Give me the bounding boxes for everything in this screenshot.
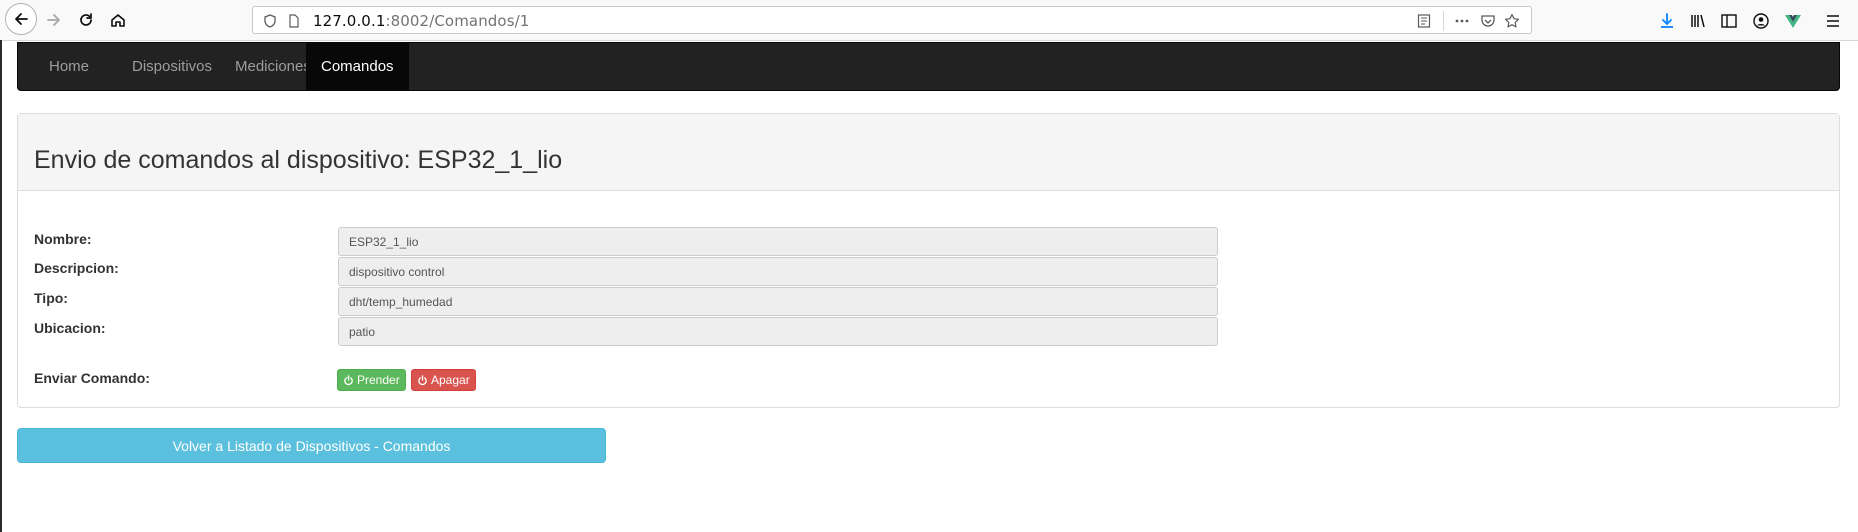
power-icon [418, 374, 427, 385]
main-navbar: Home Dispositivos Mediciones Comandos [17, 42, 1840, 91]
tipo-label: Tipo: [34, 290, 68, 306]
urlbar-divider [1443, 11, 1444, 31]
descripcion-field: dispositivo control [338, 257, 1218, 286]
nombre-label: Nombre: [34, 231, 92, 247]
apagar-label: Apagar [431, 373, 470, 387]
more-icon[interactable] [1453, 12, 1471, 30]
url-text: 127.0.0.1:8002/Comandos/1 [313, 12, 529, 30]
ubicacion-field: patio [338, 317, 1218, 346]
forward-icon [47, 14, 60, 26]
page-icon[interactable] [285, 12, 303, 30]
ubicacion-label: Ubicacion: [34, 320, 106, 336]
reload-button[interactable] [70, 4, 102, 36]
nav-item-dispositivos[interactable]: Dispositivos [117, 43, 227, 90]
forward-button[interactable] [38, 4, 70, 36]
prender-label: Prender [357, 373, 400, 387]
window-frame-edge [0, 40, 2, 532]
home-button[interactable] [102, 4, 134, 36]
download-icon[interactable] [1657, 11, 1677, 31]
pocket-icon[interactable] [1479, 12, 1497, 30]
apagar-button[interactable]: Apagar [411, 369, 476, 391]
back-to-list-button[interactable]: Volver a Listado de Dispositivos - Coman… [17, 428, 606, 463]
browser-toolbar: 127.0.0.1:8002/Comandos/1 [0, 0, 1858, 41]
home-icon [111, 14, 125, 27]
bookmark-star-icon[interactable] [1503, 12, 1521, 30]
prender-button[interactable]: Prender [337, 369, 406, 391]
url-host: 127.0.0.1 [313, 12, 386, 30]
tipo-field: dht/temp_humedad [338, 287, 1218, 316]
vue-devtools-icon[interactable] [1783, 11, 1803, 31]
power-icon [344, 374, 353, 385]
nombre-field: ESP32_1_lio [338, 227, 1218, 256]
url-bar[interactable]: 127.0.0.1:8002/Comandos/1 [252, 6, 1532, 34]
nav-item-comandos[interactable]: Comandos [306, 43, 409, 90]
page-title: Envio de comandos al dispositivo: ESP32_… [34, 146, 563, 174]
shield-icon[interactable] [261, 12, 279, 30]
nav-item-home[interactable]: Home [34, 43, 104, 90]
reload-icon [80, 13, 92, 26]
library-icon[interactable] [1688, 11, 1708, 31]
back-icon [15, 13, 28, 25]
menu-icon[interactable] [1823, 11, 1843, 31]
reader-view-icon[interactable] [1415, 12, 1433, 30]
back-button[interactable] [5, 3, 37, 35]
sidebar-icon[interactable] [1719, 11, 1739, 31]
url-path: :8002/Comandos/1 [385, 12, 530, 30]
account-icon[interactable] [1751, 11, 1771, 31]
enviar-comando-label: Enviar Comando: [34, 370, 150, 386]
descripcion-label: Descripcion: [34, 260, 119, 276]
device-command-panel: Envio de comandos al dispositivo: ESP32_… [17, 113, 1840, 408]
panel-heading: Envio de comandos al dispositivo: ESP32_… [18, 114, 1839, 191]
